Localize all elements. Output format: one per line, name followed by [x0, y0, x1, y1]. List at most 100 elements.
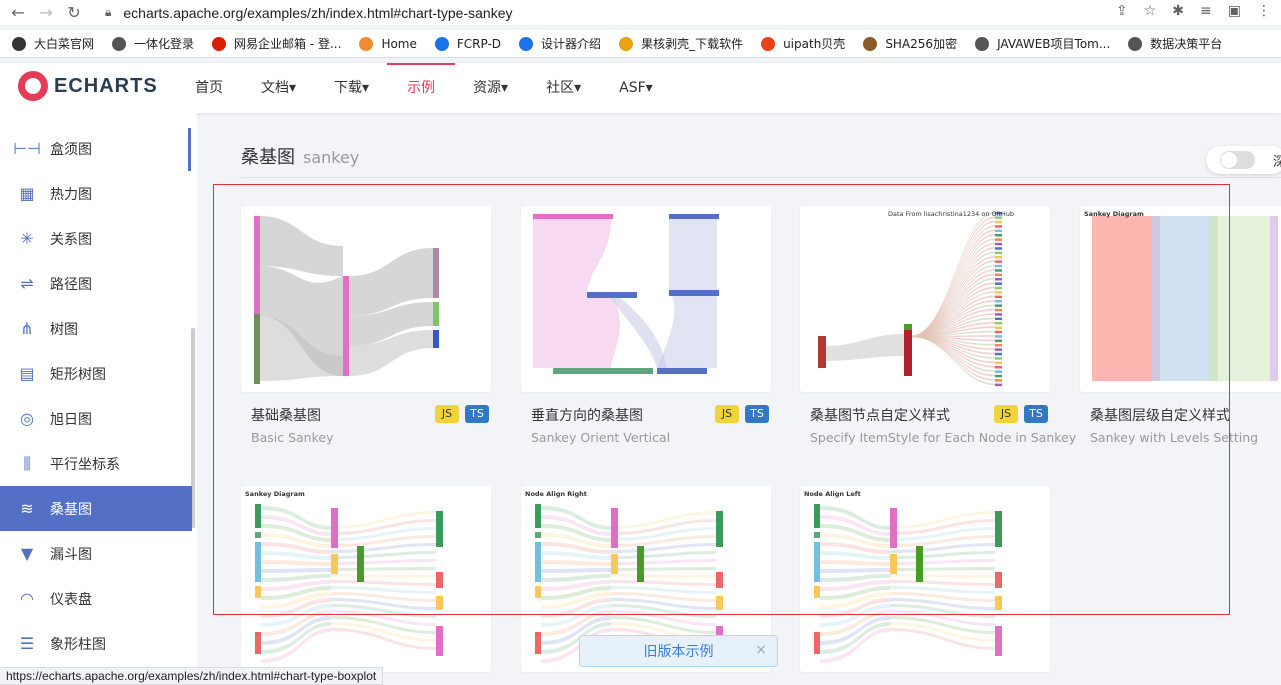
- toggle-track: [1220, 151, 1255, 169]
- js-badge[interactable]: JS: [715, 405, 739, 423]
- bookmark-item[interactable]: Home: [359, 36, 417, 51]
- bookmark-item[interactable]: 网易企业邮箱 - 登...: [212, 35, 341, 52]
- bookmark-item[interactable]: 一体化登录: [112, 35, 194, 52]
- sidebar-item[interactable]: ⋔ 树图: [0, 306, 192, 351]
- sunburst-icon: ◎: [20, 409, 34, 428]
- heatmap-icon: ▦: [19, 184, 35, 203]
- example-subtitle: Sankey with Levels Setting: [1090, 430, 1259, 445]
- js-badge[interactable]: JS: [435, 405, 459, 423]
- bookmark-item[interactable]: FCRP-D: [434, 36, 501, 51]
- lock-icon: 🔒︎: [105, 5, 112, 19]
- sidebar-item-label: 平行坐标系: [50, 456, 120, 473]
- logo-text: ECHARTS: [54, 74, 158, 97]
- example-title[interactable]: 桑基图节点自定义样式: [810, 405, 950, 425]
- example-card[interactable]: Node Align Left: [800, 486, 1050, 672]
- browser-toolbar: ← → ↻ 🔒︎ echarts.apache.org/examples/zh/…: [0, 0, 1281, 25]
- share-icon[interactable]: ⇪: [1116, 3, 1128, 19]
- sidebar-item[interactable]: ⇌ 路径图: [0, 261, 192, 306]
- bookmark-label: uipath贝壳: [783, 37, 846, 51]
- example-title[interactable]: 桑基图层级自定义样式: [1090, 405, 1230, 425]
- bookmark-item[interactable]: 设计器介绍: [519, 35, 601, 52]
- bookmark-item[interactable]: 果核剥壳_下载软件: [619, 35, 743, 52]
- example-title[interactable]: 垂直方向的桑基图: [531, 405, 643, 425]
- sidebar-item[interactable]: ◎ 旭日图: [0, 396, 192, 441]
- lines-icon: ⇌: [20, 274, 34, 293]
- bookmark-item[interactable]: uipath贝壳: [761, 35, 845, 52]
- funnel-icon: ▼: [20, 544, 34, 563]
- menu-item[interactable]: ASF▾: [619, 63, 653, 113]
- example-subtitle: Specify ItemStyle for Each Node in Sanke…: [810, 430, 1077, 445]
- sidebar-item[interactable]: ⊢⊣ 盒须图: [0, 126, 192, 171]
- old-examples-button[interactable]: 旧版本示例 ×: [579, 635, 778, 667]
- sidebar-item[interactable]: ☰ 象形柱图: [0, 621, 192, 666]
- close-icon[interactable]: ×: [755, 642, 767, 658]
- bookmark-label: Home: [381, 36, 417, 51]
- bookmark-favicon-icon: [863, 36, 878, 51]
- sidebar-item[interactable]: ▦ 热力图: [0, 171, 192, 216]
- toggle-knob: [1221, 152, 1237, 168]
- toggle-label: 深: [1272, 154, 1281, 170]
- address-bar[interactable]: 🔒︎ echarts.apache.org/examples/zh/index.…: [105, 0, 512, 25]
- bookmark-item[interactable]: SHA256加密: [863, 35, 957, 52]
- logo-icon: [18, 71, 48, 101]
- sidebar-item[interactable]: ◠ 仪表盘: [0, 576, 192, 621]
- menu-item[interactable]: 文档▾: [261, 63, 296, 113]
- bookmark-item[interactable]: 大白菜官网: [12, 35, 94, 52]
- bookmark-item[interactable]: JAVAWEB项目Tom...: [975, 35, 1110, 52]
- menu-item[interactable]: 资源▾: [473, 63, 508, 113]
- example-card[interactable]: [521, 206, 771, 392]
- sankey-thumbnail: [254, 216, 439, 384]
- back-icon[interactable]: ←: [8, 3, 28, 23]
- sidebar-item-label: 关系图: [50, 231, 92, 248]
- sidebar-item[interactable]: ⫼ 平行坐标系: [0, 441, 192, 486]
- example-card[interactable]: Data From lisachristina1234 on GitHub: [800, 206, 1050, 392]
- dark-mode-toggle[interactable]: 深: [1206, 146, 1281, 174]
- thumbnail-title: Node Align Right: [525, 490, 587, 498]
- sidebar-item[interactable]: ▤ 矩形树图: [0, 351, 192, 396]
- bookmark-item[interactable]: 数据决策平台: [1128, 35, 1222, 52]
- sidepanel-icon[interactable]: ▣: [1228, 3, 1241, 19]
- reading-list-icon[interactable]: ≡: [1200, 3, 1212, 19]
- ts-badge[interactable]: TS: [745, 405, 769, 423]
- bookmark-favicon-icon: [975, 36, 990, 51]
- more-icon[interactable]: ⋮: [1257, 3, 1271, 19]
- bookmark-label: 一体化登录: [134, 37, 195, 51]
- section-title-en: sankey: [303, 148, 360, 167]
- thumbnail-title: Sankey Diagram: [1084, 210, 1144, 218]
- url-text: echarts.apache.org/examples/zh/index.htm…: [123, 4, 513, 21]
- sidebar-item-label: 象形柱图: [50, 636, 106, 653]
- forward-icon[interactable]: →: [36, 3, 56, 23]
- ts-badge[interactable]: TS: [1024, 405, 1048, 423]
- extensions-icon[interactable]: ✱: [1172, 3, 1184, 19]
- example-card[interactable]: [241, 206, 491, 392]
- sidebar-item[interactable]: ≋ 桑基图: [0, 486, 192, 531]
- reload-icon[interactable]: ↻: [64, 3, 84, 23]
- main-content: 桑基图 sankey 深 基础桑基图 Basic Sankey JS TS 垂直方向的桑基…: [213, 113, 1281, 685]
- thumbnail-title: Node Align Left: [804, 490, 861, 498]
- example-title[interactable]: 基础桑基图: [251, 405, 321, 425]
- ts-badge[interactable]: TS: [465, 405, 489, 423]
- parallel-icon: ⫼: [23, 453, 31, 473]
- example-card[interactable]: Sankey Diagram: [241, 486, 491, 672]
- sankey-thumbnail: [814, 504, 1002, 663]
- menu-item[interactable]: 首页: [195, 63, 223, 113]
- example-subtitle: Sankey Orient Vertical: [531, 430, 671, 445]
- browser-actions: ⇪ ☆ ✱ ≡ ▣ ⋮: [1116, 3, 1271, 19]
- bookmark-favicon-icon: [12, 36, 26, 51]
- menu-item[interactable]: 社区▾: [546, 63, 581, 113]
- bookmark-label: 网易企业邮箱 - 登...: [234, 37, 342, 51]
- sankey-thumbnail: [533, 214, 719, 374]
- sidebar-item[interactable]: ✳ 关系图: [0, 216, 192, 261]
- sankey-icon: ≋: [20, 499, 34, 518]
- bookmark-favicon-icon: [359, 36, 374, 51]
- sidebar-item[interactable]: ▼ 漏斗图: [0, 531, 192, 576]
- example-card[interactable]: Sankey Diagram: [1080, 206, 1281, 392]
- menu-item[interactable]: 示例: [387, 63, 456, 113]
- sidebar-item-label: 漏斗图: [50, 546, 92, 563]
- menu-item[interactable]: 下载▾: [334, 63, 369, 113]
- example-subtitle: Basic Sankey: [251, 430, 334, 445]
- js-badge[interactable]: JS: [994, 405, 1018, 423]
- echarts-logo[interactable]: ECHARTS: [18, 71, 158, 101]
- star-icon[interactable]: ☆: [1144, 3, 1157, 19]
- section-divider: [241, 177, 1281, 178]
